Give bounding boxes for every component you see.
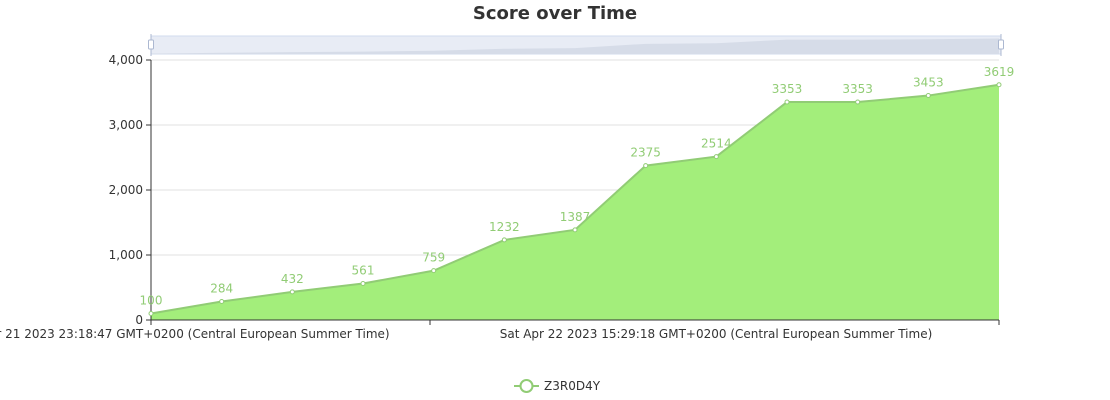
- series-area-fill: [151, 84, 999, 320]
- legend-circle-icon: [519, 379, 534, 393]
- legend-item-z3r0d4y[interactable]: Z3R0D4Y: [514, 379, 601, 393]
- y-tick-label: 2,000: [109, 183, 143, 197]
- data-point[interactable]: [289, 289, 295, 295]
- data-label: 1387: [560, 210, 591, 224]
- y-tick-label: 3,000: [109, 118, 143, 132]
- legend-label: Z3R0D4Y: [544, 379, 601, 393]
- data-point[interactable]: [360, 281, 366, 287]
- series-area: [150, 83, 1000, 320]
- y-tick-label: 0: [135, 313, 143, 327]
- data-zoom-slider[interactable]: [148, 34, 1004, 56]
- data-label: 3619: [984, 65, 1015, 79]
- score-over-time-chart: Score over Time 0 1,000 2,000 3,000 4,000 10…: [0, 3, 1015, 393]
- data-label: 284: [210, 282, 233, 296]
- data-point[interactable]: [219, 299, 225, 305]
- data-label: 100: [140, 294, 163, 308]
- x-tick-label: Fri Apr 21 2023 23:18:47 GMT+0200 (Centr…: [0, 327, 390, 341]
- data-point[interactable]: [148, 311, 154, 316]
- data-point[interactable]: [996, 82, 1002, 88]
- data-point[interactable]: [572, 227, 578, 233]
- y-tick-label: 1,000: [109, 248, 143, 262]
- chart-title: Score over Time: [473, 3, 637, 24]
- data-label: 3353: [772, 82, 803, 96]
- data-label: 2375: [630, 146, 661, 160]
- data-label: 3353: [842, 82, 873, 96]
- data-label: 759: [422, 251, 445, 265]
- data-point[interactable]: [713, 154, 719, 160]
- data-label: 561: [352, 264, 375, 278]
- y-tick-label: 4,000: [109, 53, 143, 67]
- data-point[interactable]: [855, 99, 861, 105]
- slider-handle-icon[interactable]: [998, 39, 1004, 50]
- data-point[interactable]: [784, 99, 790, 105]
- slider-handle-icon[interactable]: [148, 39, 154, 50]
- data-label: 1232: [489, 220, 520, 234]
- data-point[interactable]: [431, 268, 437, 274]
- data-point[interactable]: [925, 93, 931, 99]
- data-point[interactable]: [643, 163, 649, 169]
- data-label: 3453: [913, 76, 944, 90]
- data-label: 432: [281, 272, 304, 286]
- data-point[interactable]: [501, 237, 507, 243]
- x-tick-label: Sat Apr 22 2023 15:29:18 GMT+0200 (Centr…: [500, 327, 933, 341]
- data-label: 2514: [701, 137, 732, 151]
